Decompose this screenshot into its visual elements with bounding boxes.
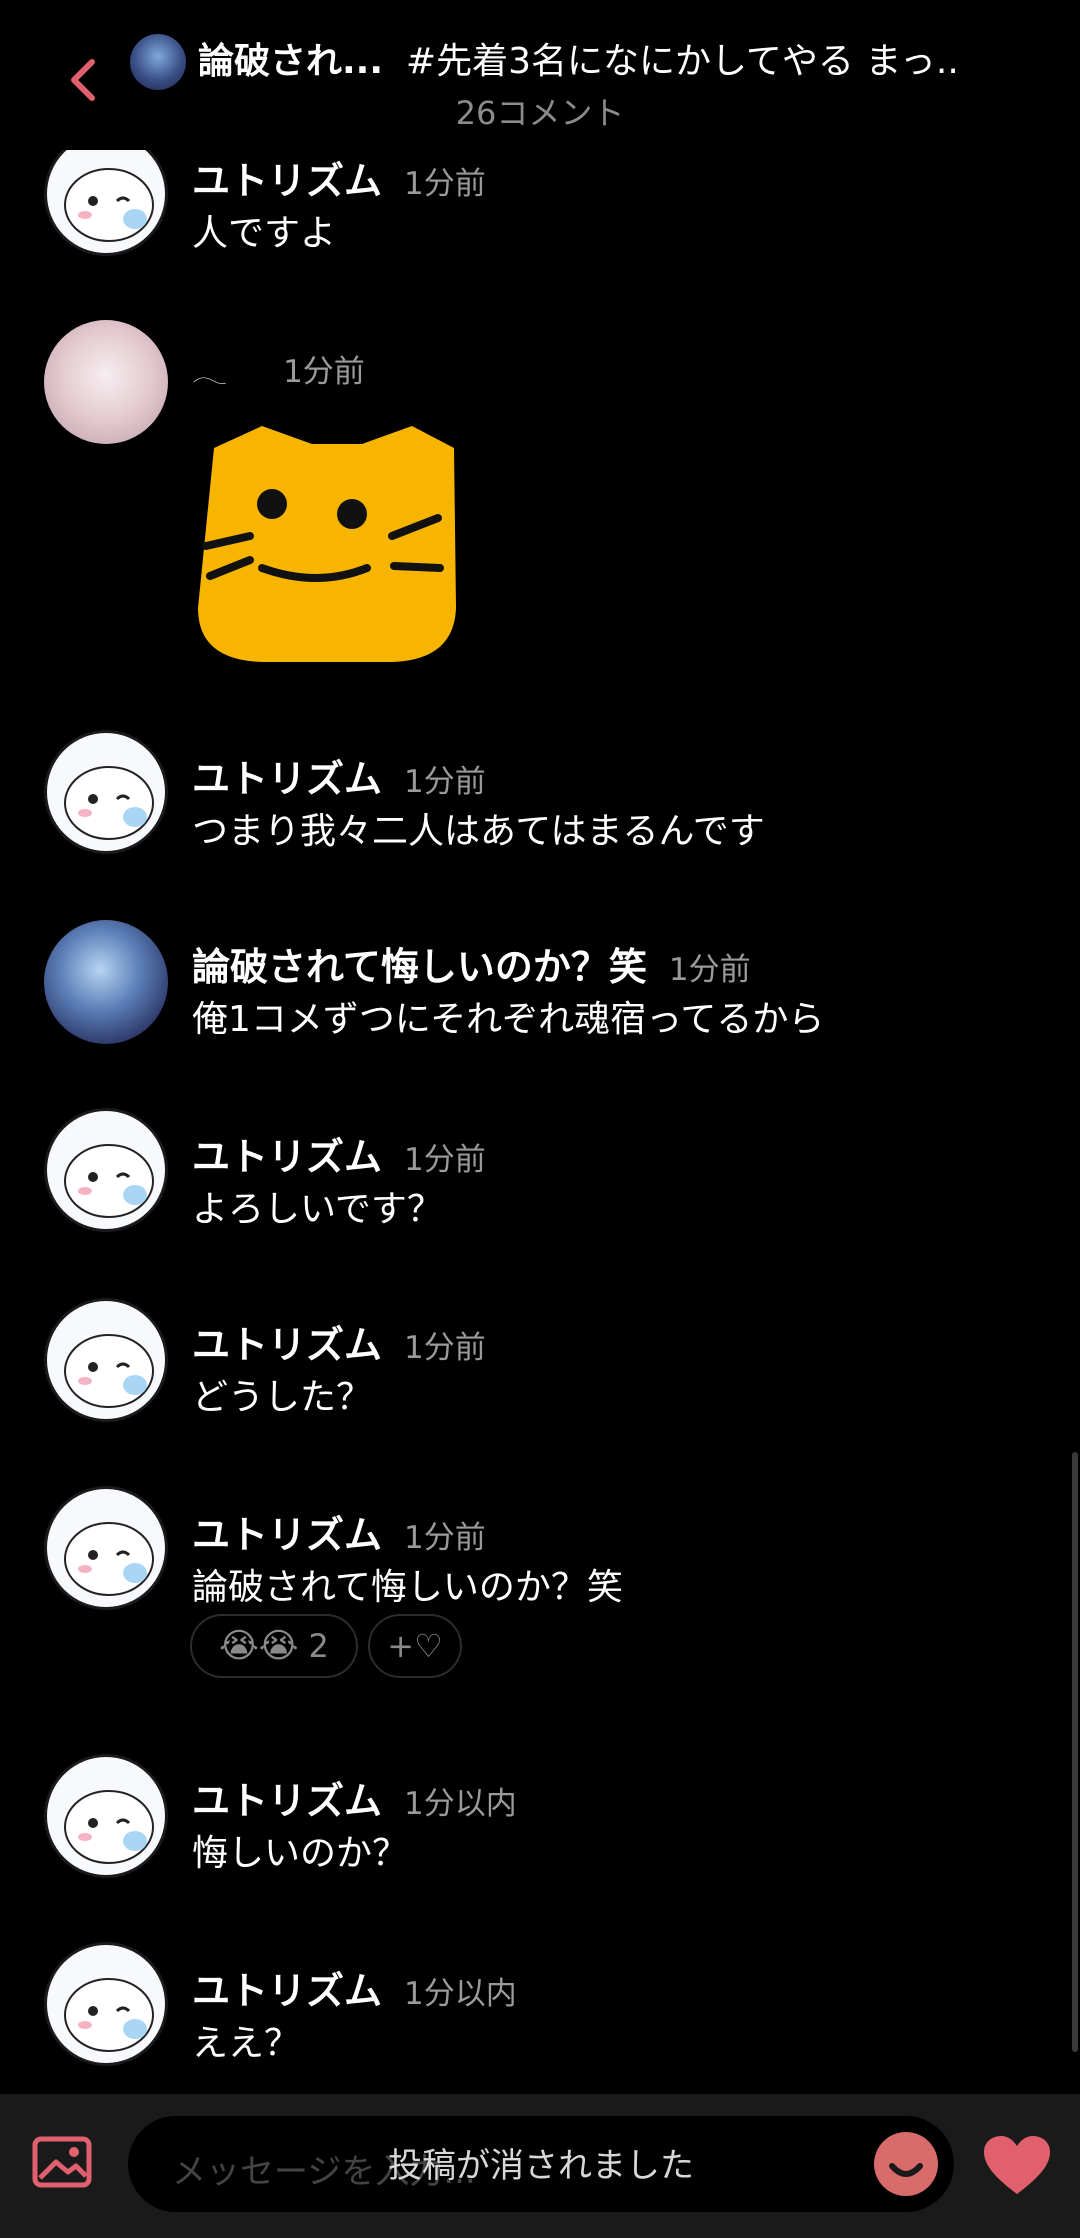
post-title-text: #先着3名になにかしてやる まっ... (405, 41, 958, 82)
commenter-name[interactable]: ユトリズム (192, 1135, 382, 1179)
user-avatar[interactable] (44, 1108, 168, 1232)
commenter-name[interactable]: ユトリズム (192, 757, 382, 801)
emoji-button[interactable] (874, 2132, 938, 2196)
user-avatar[interactable] (44, 1298, 168, 1422)
comment-time: 1分前 (404, 1520, 486, 1556)
comment-text: ええ？ (192, 2023, 301, 2064)
smiley-icon (889, 2163, 923, 2177)
commenter-name[interactable]: ユトリズム (192, 1969, 382, 2013)
commenter-name[interactable]: ユトリズム (192, 1513, 382, 1557)
crying-face-reaction-icon: 😭😭 (219, 1626, 299, 1666)
reaction-pill[interactable]: 😭😭 2 (190, 1614, 358, 1678)
comment-time: 1分前 (404, 1142, 486, 1178)
cat-face-sticker (198, 426, 456, 662)
add-reaction-button[interactable]: +♡ (368, 1614, 462, 1678)
comment-time: 1分前 (283, 354, 365, 390)
bunny-avatar-icon (64, 1790, 154, 1864)
deleted-toast: 投稿が消されました (388, 2146, 694, 2186)
commenter-name[interactable]: 論破されて悔しいのか？笑 (192, 945, 647, 989)
reaction-count: 2 (308, 1627, 329, 1665)
comment-time: 1分以内 (404, 1786, 517, 1822)
comment-text: 俺1コメずつにそれぞれ魂宿ってるから (192, 999, 825, 1040)
comment-time: 1分前 (404, 166, 486, 202)
commenter-name[interactable]: ユトリズム (192, 1323, 382, 1367)
user-avatar[interactable] (44, 1942, 168, 2066)
comment-time: 1分前 (668, 952, 751, 988)
comment-count: 26コメント (455, 94, 625, 132)
comment-text: どうした？ (192, 1377, 373, 1418)
bunny-avatar-icon (64, 766, 154, 840)
post-author-avatar[interactable] (130, 34, 186, 90)
comment-time: 1分前 (404, 1330, 486, 1366)
comment-text: 悔しいのか？ (192, 1833, 409, 1874)
post-title: 論破され... #先着3名になにかしてやる まっ... (198, 32, 958, 84)
add-reaction-label: +♡ (387, 1627, 443, 1665)
bunny-avatar-icon (64, 1334, 154, 1408)
user-avatar[interactable] (44, 1754, 168, 1878)
image-attach-icon[interactable] (32, 2136, 92, 2188)
user-avatar[interactable] (44, 132, 168, 256)
message-input[interactable]: メッセージを入力... 投稿が消されました (128, 2116, 954, 2212)
user-avatar[interactable] (44, 1486, 168, 1610)
comment-text: 人ですよ (192, 213, 337, 254)
bunny-avatar-icon (64, 1144, 154, 1218)
post-author-name: 論破され... (198, 41, 384, 82)
comment-text: よろしいです？ (192, 1189, 443, 1230)
bunny-avatar-icon (64, 1978, 154, 2052)
bunny-avatar-icon (64, 1522, 154, 1596)
comment-time: 1分前 (404, 764, 486, 800)
user-avatar[interactable] (44, 730, 168, 854)
comment-text: つまり我々二人はあてはまるんです (192, 811, 765, 852)
scrollbar[interactable] (1072, 1452, 1078, 2052)
bunny-avatar-icon (64, 168, 154, 242)
commenter-name[interactable]: 𓂃 (192, 355, 227, 390)
comment-text: 論破されて悔しいのか？笑 (192, 1567, 623, 1608)
commenter-name[interactable]: ユトリズム (192, 1779, 382, 1823)
message-composer: メッセージを入力... 投稿が消されました (0, 2094, 1080, 2238)
commenter-name[interactable]: ユトリズム (192, 159, 382, 203)
comment-time: 1分以内 (404, 1976, 517, 2012)
user-avatar[interactable] (44, 920, 168, 1044)
heart-icon[interactable] (982, 2134, 1052, 2196)
top-bar: 論破され... #先着3名になにかしてやる まっ... 26コメント (0, 0, 1080, 150)
user-avatar[interactable] (44, 320, 168, 444)
